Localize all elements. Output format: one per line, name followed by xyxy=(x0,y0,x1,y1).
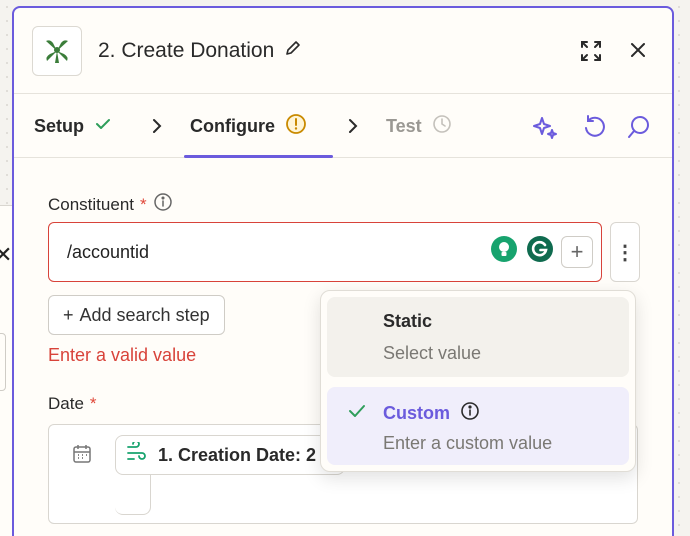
option-custom-title-text: Custom xyxy=(383,403,450,423)
background-input xyxy=(0,333,6,391)
option-static[interactable]: Static Select value xyxy=(327,297,629,377)
tab-configure[interactable]: Configure xyxy=(184,94,333,158)
edit-pencil-icon[interactable] xyxy=(284,39,302,63)
constituent-input-value: /accountid xyxy=(67,241,150,262)
option-static-title: Static xyxy=(383,311,433,331)
value-type-dropdown: Static Select value Custom Enter a custo… xyxy=(320,290,636,472)
validation-error: Enter a valid value xyxy=(48,345,197,365)
chevron-right-icon xyxy=(346,118,360,139)
step-title-text: 2. Create Donation xyxy=(98,39,275,62)
app-logo-icon xyxy=(32,26,82,76)
step-title: 2. Create Donation xyxy=(98,39,302,63)
tab-configure-label: Configure xyxy=(190,115,275,136)
data-mapping-icon xyxy=(126,439,150,469)
info-icon[interactable] xyxy=(460,401,480,426)
constituent-label: Constituent * xyxy=(48,192,173,217)
more-options-icon[interactable]: ⋮ xyxy=(610,222,640,282)
selected-check-icon xyxy=(347,401,367,426)
step-tabs: Setup Configure Test xyxy=(14,94,672,158)
mapped-field-text: 1. Creation Date: 2 xyxy=(158,444,317,465)
info-icon[interactable] xyxy=(153,192,173,217)
chevron-right-icon xyxy=(150,118,164,139)
comment-icon[interactable] xyxy=(626,114,652,145)
panel-header: 2. Create Donation xyxy=(14,8,672,94)
expand-icon[interactable] xyxy=(579,39,603,68)
ai-sparkle-icon[interactable] xyxy=(532,114,558,145)
option-static-description: Select value xyxy=(383,343,482,363)
lightbulb-icon[interactable] xyxy=(489,234,519,269)
background-close-icon[interactable]: ✕ xyxy=(0,243,12,268)
constituent-input[interactable]: /accountid + xyxy=(48,222,602,282)
add-search-step-label: Add search step xyxy=(79,304,210,325)
refresh-icon[interactable] xyxy=(582,114,606,145)
check-icon xyxy=(94,115,112,138)
close-icon[interactable] xyxy=(628,40,648,65)
calendar-icon xyxy=(71,443,93,470)
grammarly-icon[interactable] xyxy=(525,234,555,269)
plus-icon: + xyxy=(63,304,74,325)
input-icon-group: + xyxy=(489,234,593,269)
insert-data-button[interactable]: + xyxy=(561,235,593,268)
mapped-field-pill[interactable]: 1. Creation Date: 2 xyxy=(115,435,345,475)
timer-icon xyxy=(432,114,452,139)
date-label: Date * xyxy=(48,394,97,414)
tab-test[interactable]: Test xyxy=(386,94,452,158)
add-search-step-button[interactable]: + Add search step xyxy=(48,295,225,335)
tab-test-label: Test xyxy=(386,115,422,136)
required-asterisk: * xyxy=(89,394,97,413)
required-asterisk: * xyxy=(140,194,147,214)
date-label-text: Date xyxy=(48,394,84,413)
constituent-label-text: Constituent xyxy=(48,194,134,214)
tab-setup[interactable]: Setup xyxy=(34,94,112,158)
tab-setup-label: Setup xyxy=(34,115,85,136)
option-custom-description: Enter a custom value xyxy=(383,433,553,453)
option-custom-title: Custom xyxy=(383,401,480,426)
pill-continuation xyxy=(115,475,151,515)
warning-icon xyxy=(285,113,307,140)
option-custom[interactable]: Custom Enter a custom value xyxy=(327,387,629,465)
